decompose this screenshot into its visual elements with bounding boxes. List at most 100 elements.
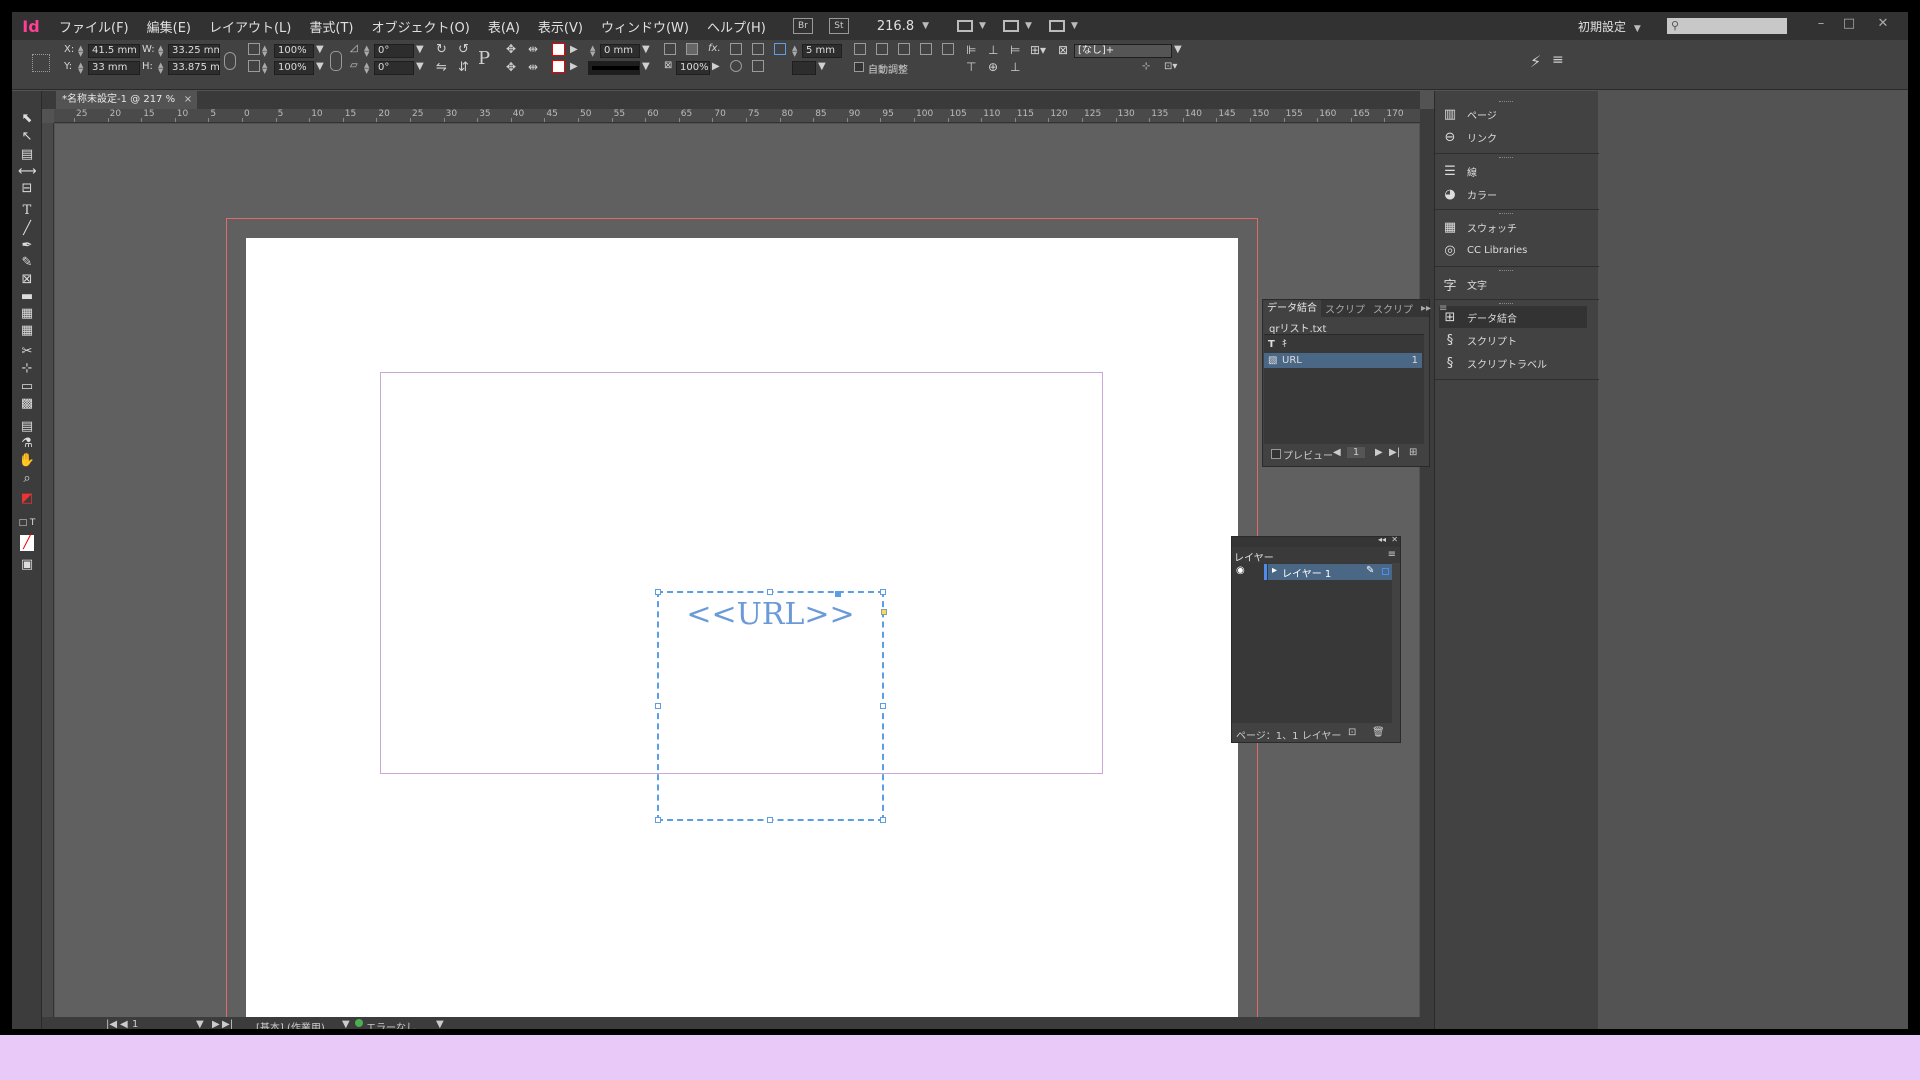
text-wrap-shape-icon[interactable]	[730, 60, 742, 72]
close-button[interactable]: ✕	[1872, 16, 1894, 34]
gradient-swatch-tool-icon[interactable]: ▭	[18, 379, 36, 395]
text-wrap-jump-icon[interactable]	[752, 60, 764, 72]
distribute-bottom-icon[interactable]: ⊥	[1010, 60, 1020, 74]
frame-handle-br[interactable]	[880, 817, 886, 823]
record-last-icon[interactable]: ▶|	[1389, 447, 1400, 458]
frame-handle-ml[interactable]	[655, 703, 661, 709]
text-frame[interactable]: <<URL>>	[655, 589, 887, 823]
opacity-field[interactable]: 100%	[676, 61, 710, 75]
menu-view[interactable]: 表示(V)	[529, 17, 592, 36]
dock-script[interactable]: § スクリプト	[1439, 329, 1587, 351]
scale-y-dropdown-icon[interactable]: ▼	[316, 61, 324, 72]
stroke-type-dropdown-icon[interactable]: ▼	[642, 61, 650, 72]
data-field-row[interactable]: T ｷ	[1264, 337, 1422, 352]
dock-script-label[interactable]: § スクリプトラベル	[1439, 352, 1587, 374]
selection-square-icon[interactable]	[1382, 568, 1389, 575]
frame-in-port[interactable]	[835, 591, 841, 597]
frame-handle-mr[interactable]	[880, 703, 886, 709]
w-field[interactable]: 33.25 mm	[168, 44, 220, 58]
frame-handle-tc[interactable]	[767, 589, 773, 595]
apply-none-icon[interactable]: ╱	[20, 535, 34, 551]
view-options-icon[interactable]: ▼	[957, 18, 987, 34]
align-hcenter-icon[interactable]: ⊥	[988, 43, 998, 57]
tab-script-2[interactable]: スクリプ	[1369, 301, 1417, 316]
align-right-icon[interactable]: ⊨	[1010, 43, 1020, 57]
page-next-icon[interactable]: ▶	[212, 1019, 220, 1029]
record-number-field[interactable]: 1	[1347, 447, 1365, 458]
dock-links[interactable]: ⊖ リンク	[1439, 126, 1587, 148]
restore-button[interactable]: □	[1838, 16, 1860, 34]
menu-type[interactable]: 書式(T)	[300, 17, 362, 36]
center-content-icon[interactable]	[898, 43, 910, 55]
auto-fit-checkbox[interactable]	[854, 62, 864, 72]
panel-menu-icon[interactable]: ≡	[1435, 303, 1451, 314]
scale-y-spinner-icon[interactable]: ▲ ▼	[262, 62, 270, 75]
menu-help[interactable]: ヘルプ(H)	[698, 17, 775, 36]
page-last-icon[interactable]: ▶|	[222, 1019, 233, 1029]
document-tab[interactable]: *名称未設定-1 @ 217 % ×	[56, 91, 198, 109]
scale-x-field[interactable]: 100%	[274, 44, 314, 58]
stroke-weight-dropdown-icon[interactable]: ▼	[642, 44, 650, 55]
page-dropdown-icon[interactable]: ▼	[196, 1019, 204, 1029]
preflight-dropdown-icon[interactable]: ▼	[342, 1019, 350, 1029]
select-next-icon[interactable]: ⇹	[528, 60, 538, 74]
opacity-dropdown-icon[interactable]: ▶	[712, 61, 720, 72]
h-spinner-icon[interactable]: ▲ ▼	[158, 62, 166, 75]
help-search-input[interactable]: ⚲	[1666, 17, 1788, 35]
document-page[interactable]: <<URL>>	[246, 238, 1238, 1018]
frame-handle-bc[interactable]	[767, 817, 773, 823]
drop-shadow-icon[interactable]	[664, 43, 676, 55]
stroke-weight-spinner-icon[interactable]: ▲ ▼	[590, 45, 598, 58]
fill-frame-proportionally-icon[interactable]	[920, 43, 932, 55]
page-prev-icon[interactable]: ◀	[120, 1019, 128, 1029]
panel-menu-icon[interactable]: ≡	[1552, 52, 1564, 68]
visibility-eye-icon[interactable]: ◉	[1236, 565, 1245, 576]
stroke-none-icon[interactable]	[552, 60, 565, 73]
menu-window[interactable]: ウィンドウ(W)	[592, 17, 698, 36]
free-transform-tool-icon[interactable]: ⊹	[18, 361, 36, 377]
fx-icon[interactable]: fx.	[708, 43, 721, 54]
object-style-dropdown-icon[interactable]: ▼	[1174, 44, 1182, 55]
grid-tool-icon[interactable]: ▦	[18, 323, 36, 339]
dock-cc-libraries[interactable]: ◎ CC Libraries	[1439, 239, 1587, 261]
page-first-icon[interactable]: |◀	[106, 1019, 117, 1029]
close-icon[interactable]: ✕	[1391, 535, 1398, 544]
dock-data-merge[interactable]: ⊞ データ結合	[1439, 306, 1587, 328]
arrange-documents-icon[interactable]: ▼	[1049, 18, 1079, 34]
x-field[interactable]: 41.5 mm	[88, 44, 140, 58]
y-spinner-icon[interactable]: ▲ ▼	[78, 62, 86, 75]
preflight-errors[interactable]: エラーなし	[366, 1019, 416, 1029]
corner-shape-dropdown-icon[interactable]: ▼	[818, 61, 826, 72]
delete-layer-icon[interactable]: 🗑	[1372, 727, 1385, 738]
clear-overrides-icon[interactable]: ⊹	[1142, 61, 1150, 72]
screen-mode-tool-icon[interactable]: ▣	[18, 557, 36, 573]
content-collector-icon[interactable]: ⊟	[18, 181, 36, 197]
tab-data-merge[interactable]: データ結合	[1263, 300, 1321, 317]
shear-dropdown-icon[interactable]: ▼	[416, 61, 424, 72]
corner-size-spinner-icon[interactable]: ▲ ▼	[792, 45, 800, 58]
screen-mode-icon[interactable]: ▼	[1003, 18, 1033, 34]
distribute-center-icon[interactable]: ⊕	[988, 60, 998, 74]
dock-grip[interactable]	[1499, 303, 1513, 305]
corner-size-field[interactable]: 5 mm	[802, 44, 842, 58]
workspace-switcher[interactable]: 初期設定 ▼	[1578, 18, 1641, 35]
data-field-row[interactable]: ▧ URL 1	[1264, 353, 1422, 368]
preview-checkbox[interactable]	[1271, 449, 1281, 459]
clear-effects-icon[interactable]: ⊠	[664, 60, 672, 71]
gradient-feather-tool-icon[interactable]: ▩	[18, 396, 36, 412]
flip-v-icon[interactable]: ⇵	[458, 60, 469, 75]
align-left-icon[interactable]: ⊫	[966, 43, 976, 57]
dock-pages[interactable]: ▥ ページ	[1439, 103, 1587, 125]
shear-spinner-icon[interactable]: ▲ ▼	[364, 62, 372, 75]
dock-stroke[interactable]: ☰ 線	[1439, 160, 1587, 182]
text-wrap-none-icon[interactable]	[730, 43, 742, 55]
menu-edit[interactable]: 編集(E)	[138, 17, 200, 36]
create-merged-document-icon[interactable]: ⊞	[1409, 447, 1417, 458]
effects-shadow-icon[interactable]	[686, 43, 698, 55]
stroke-dropdown-icon[interactable]: ▶	[570, 61, 578, 72]
flip-h-icon[interactable]: ⇋	[436, 60, 447, 75]
lightning-icon[interactable]: ⚡	[1530, 52, 1541, 71]
scale-y-field[interactable]: 100%	[274, 61, 314, 75]
select-previous-icon[interactable]: ⇹	[528, 42, 538, 56]
selection-tool-icon[interactable]: ⬉	[18, 111, 36, 127]
